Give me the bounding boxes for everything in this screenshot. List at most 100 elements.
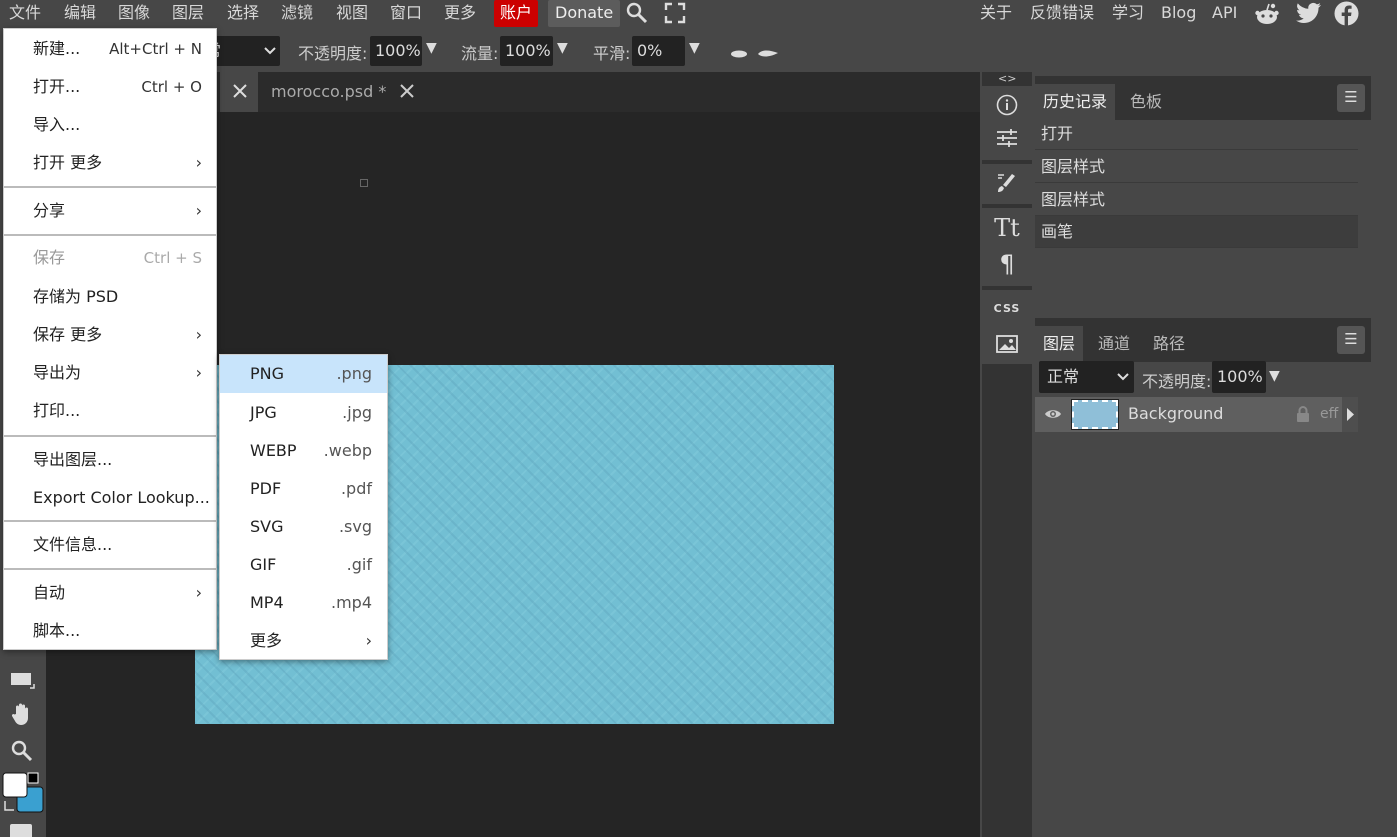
hand-tool-icon[interactable] — [11, 702, 33, 730]
close-icon[interactable] — [232, 81, 248, 105]
tab-swatches[interactable]: 色板 — [1122, 84, 1170, 120]
quick-mask-icon[interactable] — [10, 824, 32, 837]
smooth-dropdown-icon[interactable]: ▼ — [689, 40, 700, 56]
menu-learn[interactable]: 学习 — [1112, 0, 1144, 27]
layer-row-background[interactable]: Background eff — [1035, 397, 1358, 432]
eye-icon[interactable] — [1044, 406, 1062, 426]
shortcut-label: Ctrl + O — [141, 78, 202, 96]
image-icon[interactable] — [982, 334, 1032, 359]
menu-view[interactable]: 视图 — [336, 0, 368, 27]
adjustments-icon[interactable] — [982, 128, 1032, 153]
menu-layer[interactable]: 图层 — [172, 0, 204, 27]
menu-filter[interactable]: 滤镜 — [281, 0, 313, 27]
menu-api[interactable]: API — [1212, 0, 1237, 27]
reddit-icon[interactable] — [1254, 1, 1280, 31]
menu-item-file-info[interactable]: 文件信息... — [4, 526, 216, 564]
rectangle-tool-icon[interactable] — [10, 668, 36, 694]
smooth-input[interactable]: 0% — [632, 36, 685, 66]
opacity-label: 不透明度: — [298, 44, 368, 63]
layer-blend-mode-select[interactable]: 正常 — [1039, 361, 1134, 393]
menu-item-label: 存储为 PSD — [33, 287, 119, 306]
twitter-icon[interactable] — [1296, 2, 1322, 28]
menu-item-open[interactable]: 打开... Ctrl + O — [4, 68, 216, 106]
paragraph-icon[interactable]: ¶ — [982, 250, 1032, 278]
menu-about[interactable]: 关于 — [980, 0, 1012, 27]
color-swatches-icon[interactable] — [2, 772, 46, 821]
export-pdf[interactable]: PDF .pdf — [220, 470, 387, 508]
history-item-current[interactable]: 画笔 — [1035, 216, 1358, 248]
opacity-input[interactable]: 100% — [370, 36, 422, 66]
layer-opacity-input[interactable]: 100% — [1212, 361, 1266, 393]
menu-separator — [4, 520, 216, 522]
export-gif[interactable]: GIF .gif — [220, 546, 387, 584]
menu-more[interactable]: 更多 — [444, 0, 476, 27]
menu-item-label: 导出为 — [33, 363, 82, 382]
export-jpg[interactable]: JPG .jpg — [220, 394, 387, 432]
layer-name[interactable]: Background — [1128, 404, 1223, 423]
menu-item-save[interactable]: 保存 Ctrl + S — [4, 239, 216, 277]
brush-settings-icon[interactable] — [982, 172, 1032, 199]
history-panel-menu-icon[interactable]: ☰ — [1337, 84, 1365, 112]
donate-button[interactable]: Donate — [548, 0, 621, 27]
css-icon[interactable]: CSS — [982, 302, 1032, 315]
menu-item-export-as[interactable]: 导出为 › — [4, 354, 216, 392]
export-webp[interactable]: WEBP .webp — [220, 432, 387, 470]
lock-icon — [1296, 406, 1310, 426]
expand-effects-button[interactable] — [1342, 397, 1358, 432]
export-more[interactable]: 更多 › — [220, 622, 387, 660]
format-label: GIF — [250, 555, 277, 574]
menu-separator — [4, 234, 216, 236]
menu-blog[interactable]: Blog — [1161, 0, 1196, 27]
menu-item-share[interactable]: 分享 › — [4, 192, 216, 230]
menu-item-export-layers[interactable]: 导出图层... — [4, 441, 216, 479]
tab-history[interactable]: 历史记录 — [1035, 84, 1116, 120]
flow-dropdown-icon[interactable]: ▼ — [557, 40, 568, 56]
character-icon[interactable]: Tt — [982, 214, 1032, 242]
history-item[interactable]: 打开 — [1035, 118, 1358, 150]
tab-layers[interactable]: 图层 — [1035, 326, 1084, 362]
menu-file[interactable]: 文件 — [9, 0, 41, 27]
export-svg[interactable]: SVG .svg — [220, 508, 387, 546]
menu-item-open-more[interactable]: 打开 更多 › — [4, 144, 216, 182]
fullscreen-icon[interactable] — [664, 2, 686, 28]
panel-icon-column: <> >< Tt ¶ CSS — [982, 72, 1203, 837]
export-png[interactable]: PNG .png — [220, 355, 387, 393]
layer-effects-label[interactable]: eff — [1320, 406, 1338, 422]
anchor-handle[interactable] — [360, 179, 368, 187]
opacity-dropdown-icon[interactable]: ▼ — [426, 40, 437, 56]
tab-morocco[interactable]: morocco.psd * — [271, 72, 386, 112]
menu-item-new[interactable]: 新建... Alt+Ctrl + N — [4, 30, 216, 68]
layers-panel-menu-icon[interactable]: ☰ — [1337, 326, 1365, 354]
flow-label: 流量: — [461, 44, 499, 63]
menu-item-scripts[interactable]: 脚本... — [4, 612, 216, 650]
format-label: WEBP — [250, 441, 297, 460]
menu-item-export-color-lookup[interactable]: Export Color Lookup... — [4, 479, 216, 517]
flow-input[interactable]: 100% — [500, 36, 553, 66]
brush-pressure-icon[interactable] — [730, 45, 780, 64]
menu-edit[interactable]: 编辑 — [64, 0, 96, 27]
tab-channels[interactable]: 通道 — [1090, 326, 1138, 362]
collapse-left-button[interactable]: <> — [998, 72, 1016, 85]
tab-paths[interactable]: 路径 — [1145, 326, 1193, 362]
menu-item-label: 分享 — [33, 201, 66, 220]
menu-item-print[interactable]: 打印... — [4, 392, 216, 430]
zoom-tool-icon[interactable] — [11, 740, 33, 766]
menu-image[interactable]: 图像 — [118, 0, 150, 27]
history-item[interactable]: 图层样式 — [1035, 151, 1358, 183]
history-item[interactable]: 图层样式 — [1035, 184, 1358, 216]
account-button[interactable]: 账户 — [494, 0, 539, 27]
menu-item-label: 脚本... — [33, 621, 81, 640]
info-icon[interactable] — [982, 94, 1032, 121]
layer-opacity-dropdown-icon[interactable]: ▼ — [1269, 368, 1280, 384]
menu-item-save-more[interactable]: 保存 更多 › — [4, 316, 216, 354]
search-icon[interactable] — [626, 2, 648, 28]
menu-report-bug[interactable]: 反馈错误 — [1030, 0, 1094, 27]
export-mp4[interactable]: MP4 .mp4 — [220, 584, 387, 622]
menu-item-save-psd[interactable]: 存储为 PSD — [4, 278, 216, 316]
facebook-icon[interactable] — [1334, 1, 1359, 30]
menu-window[interactable]: 窗口 — [390, 0, 422, 27]
menu-select[interactable]: 选择 — [227, 0, 259, 27]
menu-item-automate[interactable]: 自动 › — [4, 574, 216, 612]
close-icon[interactable] — [399, 81, 415, 105]
menu-item-import[interactable]: 导入... — [4, 106, 216, 144]
